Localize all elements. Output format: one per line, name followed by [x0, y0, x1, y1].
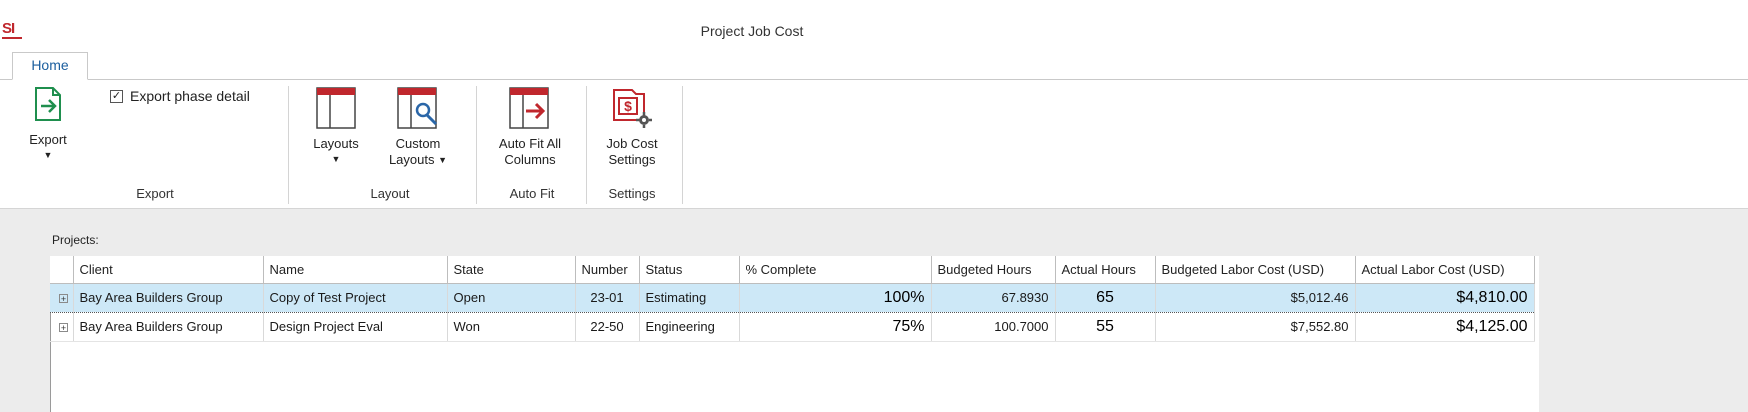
cell-actual-hours: 55 [1055, 312, 1156, 342]
row-expander-cell[interactable]: + [50, 282, 74, 313]
layouts-label: Layouts [313, 136, 359, 151]
svg-text:$: $ [624, 98, 632, 114]
auto-fit-label-line1: Auto Fit All [498, 136, 562, 151]
expander-column-header [50, 256, 74, 284]
table-row[interactable]: + Bay Area Builders Group Copy of Test P… [50, 282, 1535, 313]
custom-layouts-dropdown-caret: ▼ [438, 155, 448, 165]
ribbon-tab-strip: Home [0, 52, 1748, 80]
cell-client: Bay Area Builders Group [73, 282, 264, 313]
column-header-number[interactable]: Number [575, 256, 640, 284]
column-header-client[interactable]: Client [73, 256, 264, 284]
expand-plus-icon[interactable]: + [59, 294, 68, 304]
title-bar: SI Project Job Cost [0, 14, 1748, 44]
cell-status: Estimating [639, 282, 740, 313]
ribbon-separator [586, 86, 587, 204]
row-expander-cell[interactable]: + [50, 312, 74, 342]
ribbon-separator [476, 86, 477, 204]
column-header-actual-hours[interactable]: Actual Hours [1055, 256, 1156, 284]
cell-client: Bay Area Builders Group [73, 312, 264, 342]
column-header-name[interactable]: Name [263, 256, 448, 284]
column-header-status[interactable]: Status [639, 256, 740, 284]
cell-name: Copy of Test Project [263, 282, 448, 313]
cell-budgeted-hours: 67.8930 [931, 282, 1056, 313]
export-label: Export [29, 132, 67, 147]
ribbon [0, 80, 1748, 208]
cell-percent-complete: 100% [739, 282, 932, 313]
custom-layouts-label-line1: Custom [395, 136, 441, 151]
projects-label: Projects: [52, 233, 99, 247]
column-header-actual-labor-cost[interactable]: Actual Labor Cost (USD) [1355, 256, 1535, 284]
table-row[interactable]: + Bay Area Builders Group Design Project… [50, 312, 1535, 342]
cell-status: Engineering [639, 312, 740, 342]
column-header-state[interactable]: State [447, 256, 576, 284]
job-cost-settings-label-line1: Job Cost [606, 136, 658, 151]
cell-state: Open [447, 282, 576, 313]
grid-header-row: Client Name State Number Status % Comple… [50, 256, 1535, 284]
export-icon [35, 87, 61, 121]
custom-layouts-button[interactable]: Custom Layouts ▼ [378, 86, 458, 169]
window-title: Project Job Cost [700, 23, 804, 39]
layouts-button[interactable]: Layouts ▼ [306, 86, 366, 168]
projects-grid: Client Name State Number Status % Comple… [50, 256, 1535, 342]
cell-budgeted-hours: 100.7000 [931, 312, 1056, 342]
export-button[interactable]: Export ▼ [18, 86, 78, 164]
ribbon-separator [288, 86, 289, 204]
column-header-budgeted-labor-cost[interactable]: Budgeted Labor Cost (USD) [1155, 256, 1356, 284]
layouts-dropdown-caret: ▼ [331, 154, 341, 164]
cell-number: 23-01 [575, 282, 640, 313]
custom-layout-icon [397, 87, 438, 129]
export-phase-detail-checkbox[interactable]: ✓ [110, 90, 123, 103]
layout-icon [316, 87, 356, 129]
tab-home[interactable]: Home [12, 52, 88, 80]
cell-percent-complete: 75% [739, 312, 932, 342]
cell-actual-hours: 65 [1055, 282, 1156, 313]
cell-number: 22-50 [575, 312, 640, 342]
export-dropdown-caret: ▼ [43, 150, 53, 160]
auto-fit-group-label: Auto Fit [509, 186, 555, 201]
export-group-label: Export [136, 186, 174, 201]
job-cost-settings-button[interactable]: $ Job Cost Settings [590, 86, 674, 168]
cell-budgeted-labor-cost: $5,012.46 [1155, 282, 1356, 313]
column-header-budgeted-hours[interactable]: Budgeted Hours [931, 256, 1056, 284]
column-header-percent-complete[interactable]: % Complete [739, 256, 932, 284]
expand-plus-icon[interactable]: + [59, 323, 68, 333]
export-phase-detail-label: Export phase detail [130, 88, 250, 104]
ribbon-separator [682, 86, 683, 204]
cell-state: Won [447, 312, 576, 342]
settings-group-label: Settings [608, 186, 656, 201]
auto-fit-icon [509, 87, 549, 129]
auto-fit-label-line2: Columns [504, 152, 556, 167]
layout-group-label: Layout [370, 186, 410, 201]
cell-budgeted-labor-cost: $7,552.80 [1155, 312, 1356, 342]
auto-fit-all-columns-button[interactable]: Auto Fit All Columns [482, 86, 578, 168]
cell-actual-labor-cost: $4,125.00 [1355, 312, 1535, 342]
job-cost-settings-label-line2: Settings [608, 152, 656, 167]
cell-actual-labor-cost: $4,810.00 [1355, 282, 1535, 313]
settings-dollar-icon: $ [613, 89, 652, 128]
cell-name: Design Project Eval [263, 312, 448, 342]
cropped-caption-fragment [0, 0, 5, 9]
custom-layouts-label-line2: Layouts ▼ [388, 152, 448, 167]
